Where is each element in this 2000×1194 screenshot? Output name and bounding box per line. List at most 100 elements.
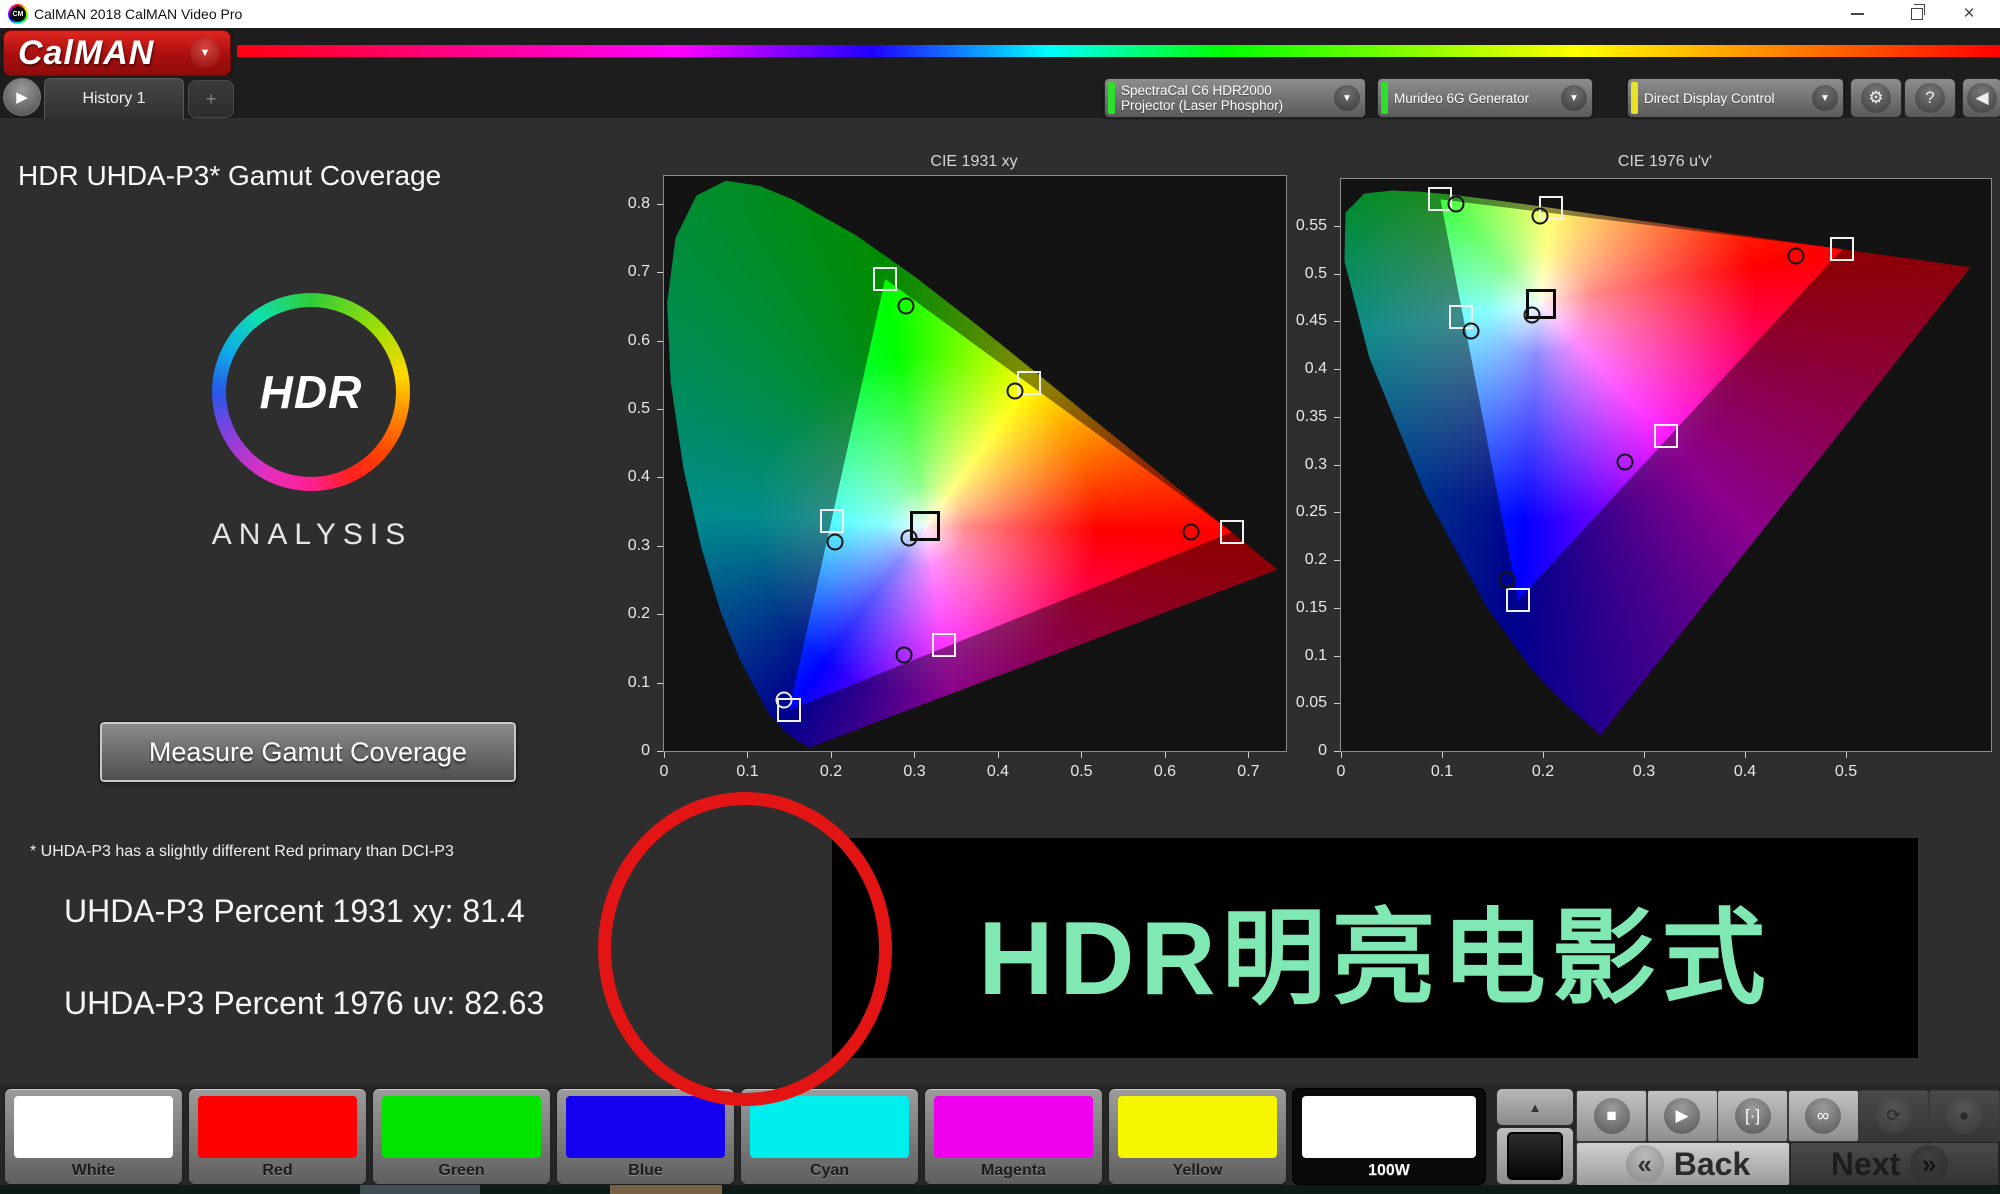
next-button[interactable]: Next » <box>1790 1142 1999 1186</box>
minimize-button[interactable] <box>1834 0 1880 28</box>
source-button-100w-selected[interactable]: 100W <box>1292 1088 1486 1185</box>
y-tick <box>1334 703 1340 704</box>
x-tick-label: 0.5 <box>1070 763 1092 781</box>
x-tick-label: 0.1 <box>1431 763 1453 781</box>
hdr-logo-text: HDR <box>260 365 363 419</box>
y-tick-label: 0.4 <box>628 468 650 486</box>
source-button-white[interactable]: White <box>4 1088 183 1185</box>
generator-selector-label: Murideo 6G Generator <box>1394 91 1561 106</box>
chevron-double-right-icon: » <box>1910 1145 1948 1183</box>
add-tab-button[interactable]: + <box>188 80 234 118</box>
header-bar: CalMAN ▼ <box>0 28 2000 76</box>
help-button[interactable]: ? <box>1904 78 1956 118</box>
source-button-green[interactable]: Green <box>372 1088 551 1185</box>
pattern-window-toggle[interactable] <box>1496 1127 1574 1185</box>
y-tick <box>657 614 663 615</box>
x-tick-label: 0.4 <box>987 763 1009 781</box>
record-button: ● <box>1929 1090 2000 1142</box>
x-tick <box>1165 752 1166 758</box>
source-button-label: White <box>5 1162 182 1180</box>
play-button[interactable]: ▶ <box>1647 1090 1718 1142</box>
color-patch <box>382 1096 541 1158</box>
y-tick-label: 0.45 <box>1296 312 1327 330</box>
refresh-icon: ⟳ <box>1876 1098 1912 1134</box>
source-button-magenta[interactable]: Magenta <box>924 1088 1103 1185</box>
y-tick <box>657 477 663 478</box>
source-button-label: Cyan <box>741 1162 918 1180</box>
rainbow-strip <box>237 45 2000 57</box>
measured-marker-magenta <box>1616 453 1633 470</box>
measured-marker-white <box>1523 306 1540 323</box>
restore-icon <box>1911 8 1923 20</box>
display-control-selector-label: Direct Display Control <box>1644 91 1812 106</box>
source-button-label: 100W <box>1293 1162 1485 1180</box>
stop-button[interactable]: ■ <box>1576 1090 1647 1142</box>
x-tick-label: 0.7 <box>1237 763 1259 781</box>
measured-marker-red <box>1788 248 1805 265</box>
y-tick <box>1334 417 1340 418</box>
settings-button[interactable]: ⚙ <box>1850 78 1902 118</box>
y-tick <box>1334 226 1340 227</box>
targets-marker-magenta <box>932 633 956 657</box>
x-tick <box>1644 752 1645 758</box>
gear-icon: ⚙ <box>1861 83 1891 113</box>
taskbar-item <box>360 1185 480 1194</box>
close-button[interactable]: × <box>1946 0 1992 28</box>
next-label: Next <box>1831 1146 1900 1183</box>
expand-patterns-button[interactable]: ▲ <box>1496 1088 1574 1126</box>
taskbar-sliver <box>0 1185 2000 1194</box>
tab-label: History 1 <box>82 90 145 108</box>
picture-mode-banner: HDR明亮电影式 <box>832 838 1918 1058</box>
generator-selector[interactable]: Murideo 6G Generator ▼ <box>1377 78 1593 118</box>
meter-selector[interactable]: SpectraCal C6 HDR2000Projector (Laser Ph… <box>1104 78 1366 118</box>
y-tick-label: 0.35 <box>1296 408 1327 426</box>
y-tick <box>657 341 663 342</box>
source-button-label: Yellow <box>1109 1162 1286 1180</box>
source-button-yellow[interactable]: Yellow <box>1108 1088 1287 1185</box>
pattern-window-icon <box>1507 1132 1563 1180</box>
measured-marker-yellow <box>1006 382 1023 399</box>
app-icon: CM <box>8 4 28 24</box>
title-bar: CM CalMAN 2018 CalMAN Video Pro × <box>0 0 2000 28</box>
tab-history-1[interactable]: History 1 <box>44 78 184 119</box>
back-button[interactable]: « Back <box>1576 1142 1790 1186</box>
tab-scroll-button[interactable]: ▶ <box>3 78 41 116</box>
plus-icon: + <box>206 89 217 110</box>
play-icon: ▶ <box>16 88 28 106</box>
y-tick <box>657 546 663 547</box>
back-label: Back <box>1674 1146 1751 1183</box>
y-tick <box>1334 560 1340 561</box>
display-control-status-bar <box>1631 82 1638 114</box>
x-tick-label: 0.3 <box>903 763 925 781</box>
generator-status-bar <box>1381 82 1388 114</box>
x-tick <box>998 752 999 758</box>
step-button[interactable]: [·] <box>1717 1090 1788 1142</box>
help-icon: ? <box>1915 83 1945 113</box>
y-tick-label: 0.3 <box>628 537 650 555</box>
y-tick-label: 0.1 <box>628 674 650 692</box>
color-patch <box>1302 1096 1476 1158</box>
x-tick <box>1745 752 1746 758</box>
y-tick <box>1334 656 1340 657</box>
measure-gamut-coverage-button[interactable]: Measure Gamut Coverage <box>100 722 516 782</box>
measured-marker-cyan <box>1463 322 1480 339</box>
maximize-button[interactable] <box>1894 0 1940 28</box>
source-button-blue[interactable]: Blue <box>556 1088 735 1185</box>
y-tick-label: 0.25 <box>1296 503 1327 521</box>
source-button-red[interactable]: Red <box>188 1088 367 1185</box>
measured-marker-blue <box>1498 572 1515 589</box>
y-tick-label: 0.6 <box>628 332 650 350</box>
display-control-selector[interactable]: Direct Display Control ▼ <box>1627 78 1844 118</box>
loop-button[interactable]: ∞ <box>1788 1090 1859 1142</box>
y-tick-label: 0.1 <box>1305 647 1327 665</box>
chevron-up-icon: ▲ <box>1529 1100 1542 1115</box>
chevron-down-icon: ▼ <box>1334 85 1360 111</box>
loop-icon: ∞ <box>1805 1098 1841 1134</box>
minimize-icon <box>1851 13 1864 15</box>
y-tick-label: 0.5 <box>1305 265 1327 283</box>
calman-logo-menu[interactable]: CalMAN ▼ <box>3 30 231 76</box>
targets-marker-green <box>873 267 897 291</box>
collapse-panel-button[interactable]: ◀ <box>1962 78 2000 118</box>
measured-marker-green <box>1448 195 1465 212</box>
x-tick <box>1846 752 1847 758</box>
